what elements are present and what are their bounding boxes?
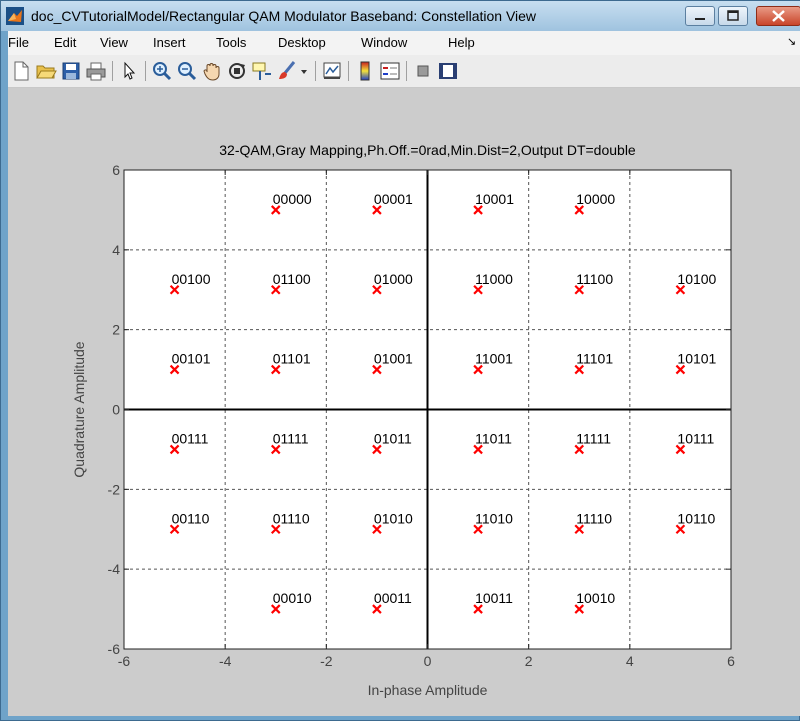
save-icon[interactable] (60, 60, 82, 82)
open-folder-icon[interactable] (35, 60, 57, 82)
maximize-button[interactable] (718, 6, 748, 26)
y-tick-label: -4 (108, 561, 121, 577)
menu-view[interactable]: View (100, 35, 128, 50)
toolbar-separator (348, 61, 349, 81)
constellation-point-label: 10011 (475, 590, 513, 606)
constellation-point-label: 01110 (273, 510, 310, 526)
brush-icon[interactable] (276, 60, 298, 82)
y-tick-label: -6 (108, 641, 121, 657)
constellation-point-label: 00110 (172, 510, 210, 526)
constellation-point-label: 00111 (172, 430, 209, 446)
constellation-point-label: 01100 (273, 271, 311, 287)
menu-help[interactable]: Help (448, 35, 475, 50)
x-tick-label: 2 (525, 653, 533, 669)
close-button[interactable] (756, 6, 800, 26)
menu-insert[interactable]: Insert (153, 35, 186, 50)
x-tick-label: -2 (320, 653, 333, 669)
x-tick-label: 0 (424, 653, 432, 669)
x-tick-label: 6 (727, 653, 735, 669)
figure-canvas: -6 -4 -2 0 2 4 6 -6 -4 -2 0 2 4 6 00000 00001 10001 10000… (8, 88, 800, 716)
constellation-point-label: 11111 (576, 430, 611, 446)
constellation-point-label: 01001 (374, 351, 413, 367)
constellation-point-label: 01010 (374, 510, 413, 526)
toolbar (8, 55, 800, 88)
toolbar-separator (145, 61, 146, 81)
rotate-3d-icon[interactable] (226, 60, 248, 82)
toolbar-separator (406, 61, 407, 81)
zoom-in-icon[interactable] (151, 60, 173, 82)
constellation-point-label: 11101 (576, 351, 613, 367)
constellation-point-label: 00011 (374, 590, 412, 606)
y-axis-label: Quadrature Amplitude (71, 341, 87, 477)
menu-dock-arrow-icon[interactable]: ↘ (787, 35, 796, 48)
constellation-point-label: 01111 (273, 430, 309, 446)
constellation-point-label: 11100 (576, 271, 613, 287)
minimize-icon (695, 18, 705, 20)
toolbar-separator (315, 61, 316, 81)
pan-hand-icon[interactable] (201, 60, 223, 82)
chart-title: 32-QAM,Gray Mapping,Ph.Off.=0rad,Min.Dis… (219, 142, 636, 158)
constellation-point-label: 10001 (475, 191, 514, 207)
constellation-point-label: 01101 (273, 351, 311, 367)
menu-desktop[interactable]: Desktop (278, 35, 326, 50)
window-title: doc_CVTutorialModel/Rectangular QAM Modu… (31, 8, 537, 24)
menu-file[interactable]: File (8, 35, 29, 50)
constellation-point-label: 10111 (677, 430, 714, 446)
figure-window: doc_CVTutorialModel/Rectangular QAM Modu… (0, 0, 800, 721)
constellation-point-label: 00100 (172, 271, 211, 287)
maximize-icon (727, 10, 739, 21)
menu-edit[interactable]: Edit (54, 35, 76, 50)
show-plot-tools-icon[interactable] (437, 60, 459, 82)
print-icon[interactable] (85, 60, 107, 82)
constellation-point-label: 10100 (677, 271, 716, 287)
constellation-point-label: 10000 (576, 191, 615, 207)
matlab-logo-icon (6, 7, 24, 25)
menu-bar: File Edit View Insert Tools Desktop Wind… (8, 31, 800, 55)
constellation-point-label: 10110 (677, 510, 715, 526)
x-tick-label: 4 (626, 653, 634, 669)
link-plot-icon[interactable] (321, 60, 343, 82)
constellation-point-label: 00101 (172, 351, 211, 367)
constellation-point-label: 11011 (475, 430, 512, 446)
new-file-icon[interactable] (10, 60, 32, 82)
constellation-plot[interactable]: -6 -4 -2 0 2 4 6-6-4-2024600000 00001 10001 10000… (8, 88, 800, 716)
y-tick-label: 2 (112, 322, 120, 338)
constellation-point-label: 00001 (374, 191, 413, 207)
colorbar-icon[interactable] (354, 60, 376, 82)
zoom-out-icon[interactable] (176, 60, 198, 82)
minimize-button[interactable] (685, 6, 715, 26)
toolbar-separator (112, 61, 113, 81)
x-tick-label: -4 (219, 653, 232, 669)
title-bar[interactable]: doc_CVTutorialModel/Rectangular QAM Modu… (1, 1, 800, 31)
pointer-icon[interactable] (118, 60, 140, 82)
constellation-point-label: 00000 (273, 191, 312, 207)
constellation-point-label: 00010 (273, 590, 312, 606)
constellation-point-label: 01011 (374, 430, 412, 446)
x-axis-label: In-phase Amplitude (368, 682, 488, 698)
constellation-point-label: 10010 (576, 590, 615, 606)
constellation-point-label: 11001 (475, 351, 513, 367)
y-tick-label: 0 (112, 402, 120, 418)
constellation-point-label: 01000 (374, 271, 413, 287)
constellation-point-label: 10101 (677, 351, 716, 367)
constellation-point-label: 11000 (475, 271, 513, 287)
y-tick-label: 6 (112, 162, 120, 178)
data-cursor-icon[interactable] (251, 60, 273, 82)
legend-icon[interactable] (379, 60, 401, 82)
brush-dropdown-icon[interactable] (298, 60, 310, 82)
menu-window[interactable]: Window (361, 35, 407, 50)
y-tick-label: -2 (108, 481, 121, 497)
y-tick-label: 4 (112, 242, 120, 258)
close-icon (772, 10, 785, 22)
menu-tools[interactable]: Tools (216, 35, 246, 50)
constellation-point-label: 11110 (576, 510, 612, 526)
hide-plot-tools-icon[interactable] (412, 60, 434, 82)
constellation-point-label: 11010 (475, 510, 513, 526)
